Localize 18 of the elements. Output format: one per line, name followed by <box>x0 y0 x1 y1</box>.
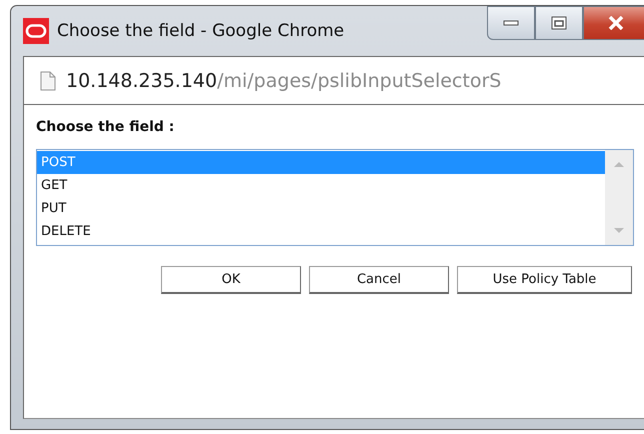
list-option[interactable]: DELETE <box>37 220 605 243</box>
page-icon <box>40 70 56 90</box>
address-field[interactable]: 10.148.235.140/mi/pages/pslibInputSelectorS <box>23 56 644 105</box>
field-listbox[interactable]: POST GET PUT DELETE <box>36 149 634 246</box>
maximize-icon <box>551 16 567 30</box>
maximize-button[interactable] <box>535 6 583 40</box>
prompt-label: Choose the field : <box>36 119 176 137</box>
list-option[interactable]: PUT <box>37 197 605 220</box>
close-button[interactable] <box>583 6 644 40</box>
minimize-button[interactable] <box>487 6 535 40</box>
minimize-icon <box>503 20 519 26</box>
dialog-button[interactable]: Cancel <box>309 266 449 294</box>
app-logo-icon <box>23 18 49 44</box>
window-title: Choose the field - Google Chrome <box>57 21 344 41</box>
close-icon <box>607 16 625 30</box>
dialog-button[interactable]: Use Policy Table <box>457 266 632 294</box>
list-option[interactable]: GET <box>37 174 605 197</box>
dialog-button[interactable]: OK <box>161 266 301 294</box>
